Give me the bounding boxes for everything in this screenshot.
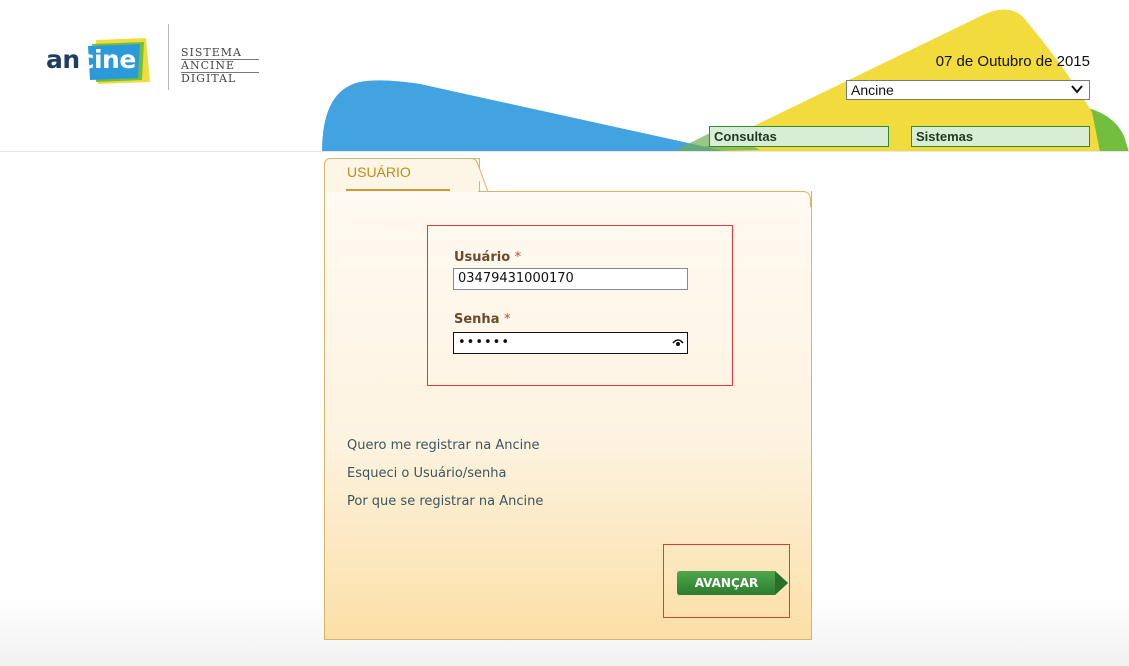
panel-corner [795,191,811,207]
password-label: Senha * [454,312,511,327]
current-date: 07 de Outubro de 2015 [935,53,1090,70]
username-input[interactable]: 03479431000170 [453,268,688,290]
required-marker: * [514,250,522,265]
system-name-line-3: DIGITAL [181,72,237,85]
submit-label: AVANÇAR [694,576,759,590]
menu-sistemas[interactable]: Sistemas [911,126,1090,147]
menu-consultas[interactable]: Consultas [709,126,889,147]
tab-edge [461,158,489,192]
organization-select[interactable]: Ancine [846,80,1090,100]
register-link[interactable]: Quero me registrar na Ancine [347,438,539,453]
panel-border [478,191,805,192]
why-register-link[interactable]: Por que se registrar na Ancine [347,494,543,509]
logo-wordmark: ancine [46,45,136,74]
logo-divider [168,24,169,90]
organization-select-value: Ancine [851,82,894,98]
eye-icon[interactable] [672,338,684,348]
password-input[interactable]: •••••• [453,332,688,354]
tab-usuario-label: USUÁRIO [346,164,450,191]
required-marker: * [504,312,511,327]
chevron-down-icon [1070,82,1084,99]
forgot-password-link[interactable]: Esqueci o Usuário/senha [347,466,506,481]
header-divider [0,151,1129,152]
system-name: SISTEMA ANCINE DIGITAL [181,47,259,85]
ancine-logo: ancine [40,36,152,86]
header: ancine SISTEMA ANCINE DIGITAL 07 de Outu… [0,0,1129,152]
username-label: Usuário * [454,250,521,265]
username-label-text: Usuário [454,250,511,265]
password-label-text: Senha [454,312,500,327]
